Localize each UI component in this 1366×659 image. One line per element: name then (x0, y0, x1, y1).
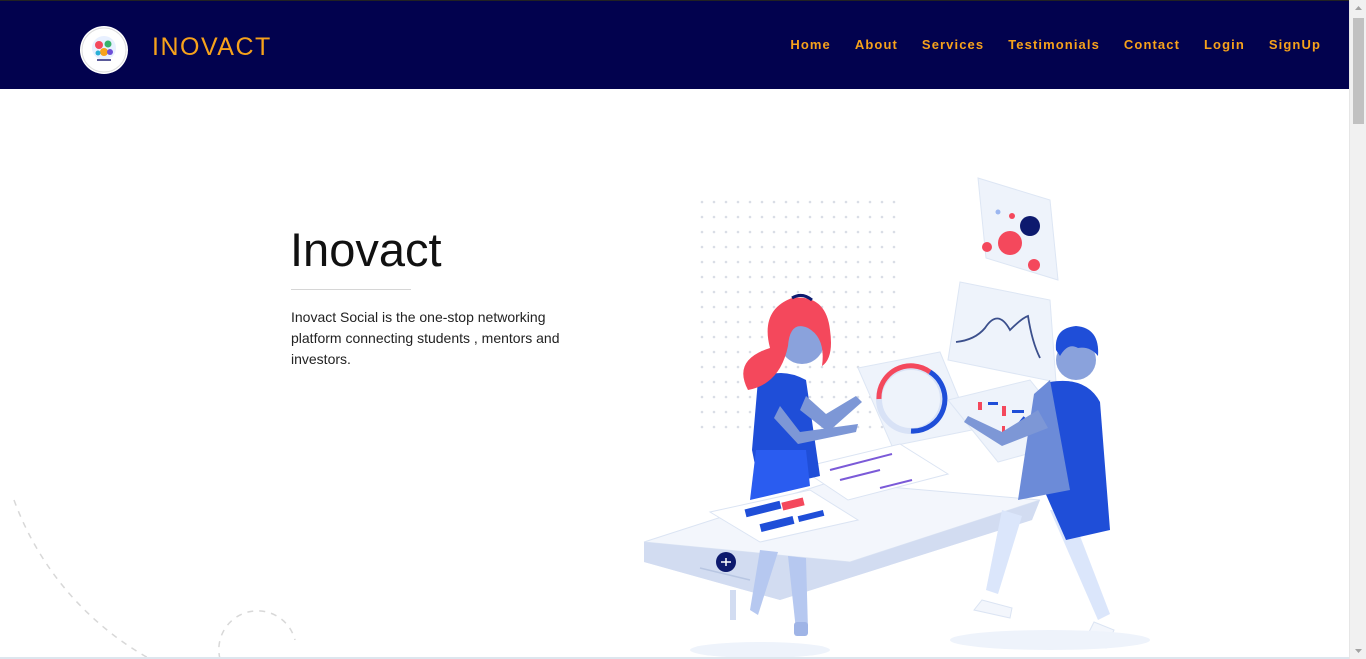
scroll-down-arrow-icon[interactable] (1350, 642, 1366, 659)
nav-contact[interactable]: Contact (1124, 37, 1180, 52)
desk (643, 481, 1041, 620)
nav-services[interactable]: Services (922, 37, 984, 52)
nav-home[interactable]: Home (790, 37, 831, 52)
hero-title: Inovact (290, 223, 442, 276)
nav-testimonials[interactable]: Testimonials (1008, 37, 1100, 52)
bubble-card (977, 177, 1059, 281)
vertical-scrollbar[interactable] (1349, 0, 1366, 659)
navbar: INOVACT Home About Services Testimonials… (0, 0, 1349, 89)
nav-login[interactable]: Login (1204, 37, 1245, 52)
scrollbar-thumb[interactable] (1353, 18, 1364, 124)
main-nav: Home About Services Testimonials Contact… (766, 37, 1321, 52)
scroll-up-arrow-icon[interactable] (1350, 0, 1366, 17)
page: INOVACT Home About Services Testimonials… (0, 0, 1366, 659)
nav-signup[interactable]: SignUp (1269, 37, 1321, 52)
brand-name[interactable]: INOVACT (152, 33, 272, 62)
hero-illustration (643, 177, 1150, 658)
line-chart-card (947, 281, 1057, 383)
hero-description: Inovact Social is the one-stop networkin… (291, 309, 560, 367)
hero-divider (291, 289, 411, 290)
viewport: INOVACT Home About Services Testimonials… (0, 0, 1349, 659)
nav-about[interactable]: About (855, 37, 898, 52)
inovact-logo-icon[interactable] (80, 26, 128, 74)
